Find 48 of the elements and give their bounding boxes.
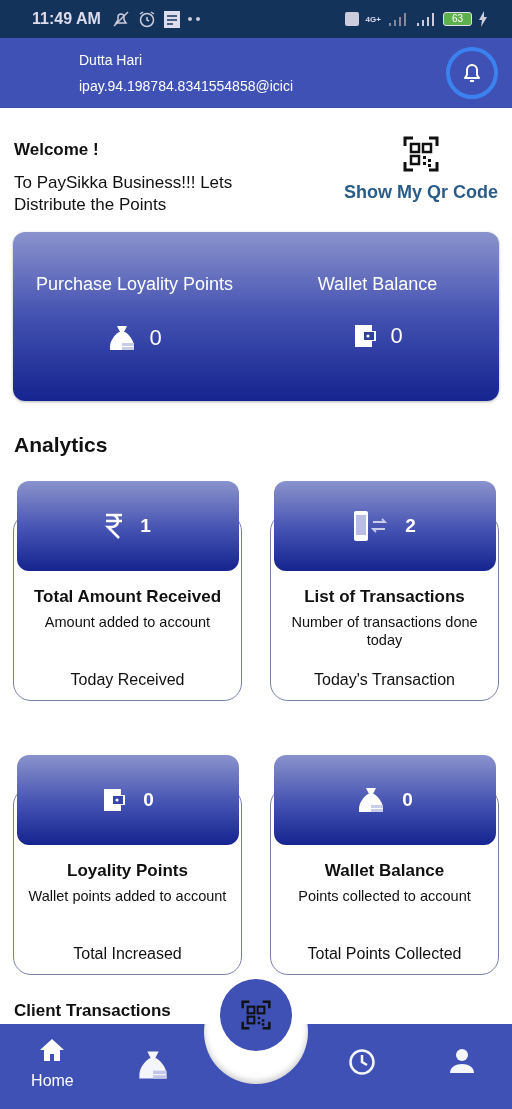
document-icon: [162, 9, 181, 29]
card-title: List of Transactions: [304, 587, 465, 607]
card-value: 0: [143, 789, 154, 811]
clock-icon: [347, 1048, 376, 1076]
welcome-title: Welcome !: [14, 140, 100, 160]
wallet-icon: [101, 788, 128, 812]
card-footer: Today Received: [70, 671, 185, 689]
battery-indicator: 63: [442, 12, 472, 26]
welcome-message: To PaySikka Business!!! Lets Distribute the Points: [14, 172, 234, 216]
bell-icon: [462, 62, 482, 84]
card-description: Amount added to account: [43, 613, 212, 631]
summary-value: 0: [390, 323, 403, 349]
card-footer: Today's Transaction: [314, 671, 455, 689]
summary-label: Purchase Loyality Points: [35, 274, 234, 295]
card-footer: Total Points Collected: [307, 945, 462, 963]
qr-code-icon[interactable]: [403, 136, 439, 172]
card-description: Number of transactions done today: [290, 613, 479, 649]
card-title: Total Amount Received: [34, 587, 221, 607]
rupee-icon: [104, 513, 125, 539]
home-icon: [39, 1038, 66, 1062]
signal-icon: [386, 12, 409, 26]
card-value: 1: [140, 515, 151, 537]
card-description: Wallet points added to account: [27, 887, 228, 905]
more-dots-icon: [186, 16, 201, 22]
section-title: Client Transactions: [14, 1001, 171, 1021]
notification-button[interactable]: [446, 47, 498, 99]
summary-label: Wallet Balance: [317, 274, 438, 295]
user-name: Dutta Hari: [79, 52, 144, 68]
summary-value: 0: [149, 325, 162, 351]
nav-item[interactable]: Home: [21, 1024, 84, 1109]
network-type: 4G+: [365, 14, 381, 24]
person-icon: [449, 1048, 476, 1074]
wallet-icon: [352, 324, 379, 348]
upi-id: ipay.94.198784.8341554858@icici: [79, 78, 294, 94]
charging-icon: [478, 11, 488, 27]
show-qr-code-link[interactable]: Show My Qr Code: [344, 182, 498, 203]
section-title: Analytics: [14, 433, 108, 457]
signal-icon: [414, 12, 437, 26]
phone-transfer-icon: [353, 510, 390, 542]
card-value: 2: [405, 515, 416, 537]
card-footer: Total Increased: [73, 945, 182, 963]
qr-code-icon: [241, 1000, 271, 1030]
card-title: Wallet Balance: [324, 861, 445, 881]
card-title: Loyality Points: [67, 861, 188, 881]
card-description: Points collected to account: [297, 887, 472, 905]
card-value: 0: [402, 789, 413, 811]
status-time: 11:49 AM: [32, 10, 101, 28]
volte-icon: [343, 11, 360, 27]
